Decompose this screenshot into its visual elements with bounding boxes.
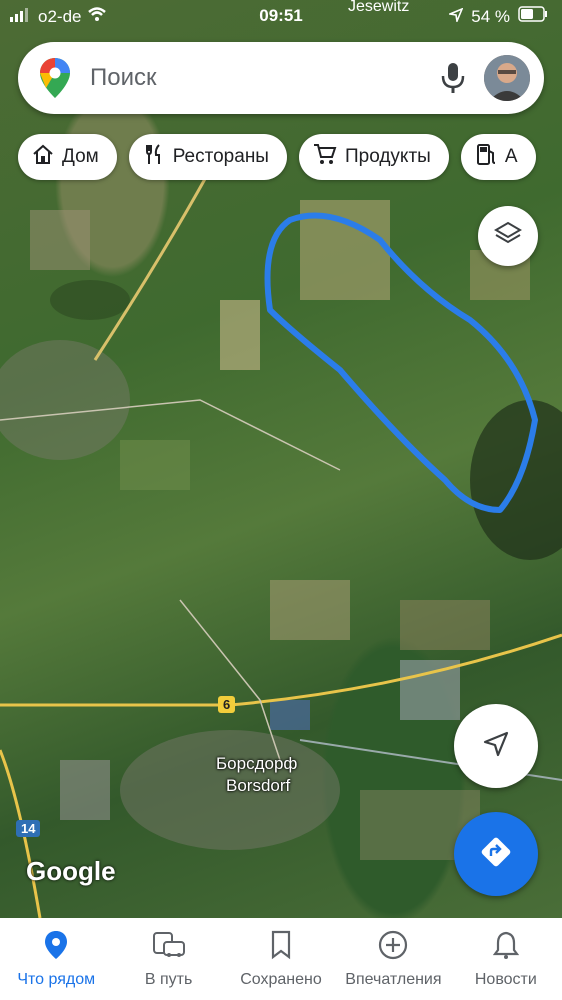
gas-station-icon [475,143,497,171]
status-bar: o2-de 09:51 Jesewitz 54 % [0,0,562,34]
directions-icon [478,834,514,875]
restaurant-icon [143,143,165,171]
navigation-arrow-icon [481,729,511,764]
chip-gas-stations[interactable]: А [460,134,536,180]
town-label-de: Borsdorf [226,776,291,795]
tab-label: В путь [144,971,193,988]
avatar[interactable] [484,55,530,101]
directions-button[interactable] [454,812,538,896]
location-label: Jesewitz [348,0,410,15]
search-bar[interactable]: Поиск [18,42,544,114]
my-location-button[interactable] [454,704,538,788]
tab-label: Что рядом [17,971,96,988]
town-label-ru: Борсдорф [216,754,298,773]
layers-icon [494,220,522,253]
tab-updates[interactable]: Новости [450,918,562,1000]
microphone-icon[interactable] [440,62,466,99]
battery-icon [518,6,548,27]
commute-icon [152,930,186,965]
category-chips: Дом Рестораны Продукты А [18,134,536,180]
tab-explore[interactable]: Что рядом [0,918,112,1000]
search-input[interactable]: Поиск [90,64,157,92]
tab-saved[interactable]: Сохранено [225,918,337,1000]
bell-icon [492,930,520,965]
bookmark-icon [270,930,292,965]
chip-label: Продукты [344,146,431,167]
chip-home[interactable]: Дом [18,134,117,180]
maps-pin-logo-icon [40,58,70,103]
google-logo: Google [26,856,116,886]
battery-label: 54 % [471,6,510,26]
chip-label: Рестораны [172,146,269,167]
tab-label: Новости [474,971,537,988]
bottom-navigation: Что рядом В путь Сохранено Впечатления Н… [0,918,562,1000]
chip-label: А [504,146,518,167]
layers-button[interactable] [478,206,538,266]
tab-label: Сохранено [240,971,322,988]
home-icon [32,143,54,171]
tab-label: Впечатления [345,971,442,988]
road-shield-6: 6 [218,696,236,713]
chip-groceries[interactable]: Продукты [298,134,449,180]
chip-restaurants[interactable]: Рестораны [128,134,287,180]
pin-icon [44,930,68,965]
plus-circle-icon [378,930,408,965]
tab-contribute[interactable]: Впечатления [337,918,449,1000]
road-shield-14: 14 [16,820,41,837]
cart-icon [313,143,337,171]
tab-commute[interactable]: В путь [112,918,224,1000]
location-arrow-icon [447,7,464,27]
chip-label: Дом [62,146,99,167]
